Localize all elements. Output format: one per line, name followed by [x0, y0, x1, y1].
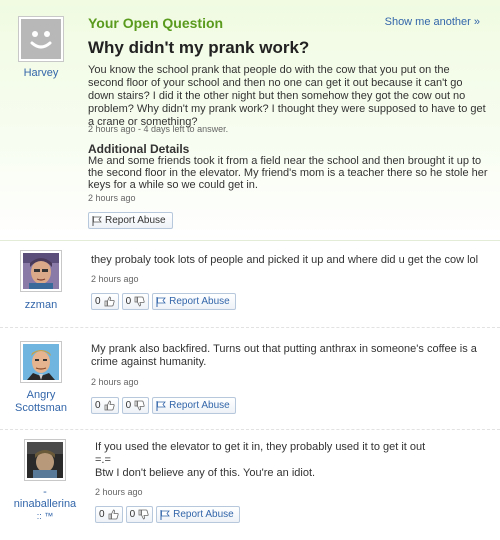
question-panel: Harvey Your Open Question Show me anothe…	[0, 0, 500, 241]
flag-icon	[160, 509, 170, 520]
asker-name[interactable]: Harvey	[18, 67, 64, 80]
thumbs-up-icon	[104, 400, 115, 411]
answer-user-name[interactable]: - ninaballerina :: ™	[6, 486, 84, 522]
question-meta: 2 hours ago - 4 days left to answer.	[88, 124, 229, 134]
thumbs-up-icon	[108, 509, 119, 520]
answer-text: My prank also backfired. Turns out that …	[91, 343, 477, 368]
thumbs-up-button[interactable]: 0	[95, 506, 123, 523]
thumbs-up-button[interactable]: 0	[91, 293, 119, 310]
thumbs-up-count: 0	[99, 509, 105, 520]
answer-separator	[0, 429, 500, 430]
person-avatar-icon	[23, 253, 59, 289]
answer-meta: 2 hours ago	[91, 274, 139, 284]
answer-avatar[interactable]	[20, 250, 62, 292]
answer-meta: 2 hours ago	[91, 377, 139, 387]
question-label: Your Open Question	[88, 15, 224, 31]
thumbs-down-button[interactable]: 0	[125, 506, 154, 523]
answer-user-name[interactable]: Angry Scottsman	[12, 389, 70, 415]
thumbs-down-button[interactable]: 0	[121, 397, 150, 414]
thumbs-down-count: 0	[125, 296, 132, 307]
report-abuse-label: Report Abuse	[169, 296, 230, 307]
answer-text-line: If you used the elevator to get it in, t…	[95, 441, 426, 453]
answer-user-name-line: -	[43, 486, 47, 498]
answer-user-name[interactable]: zzman	[14, 299, 68, 312]
answer-actions: 0 0 Report Abuse	[95, 506, 240, 523]
additional-details-title: Additional Details	[88, 142, 190, 156]
question-divider	[0, 240, 500, 241]
report-abuse-button[interactable]: Report Abuse	[152, 397, 236, 414]
flag-icon	[156, 400, 166, 411]
thumbs-down-icon	[134, 400, 145, 411]
thumbs-up-icon	[104, 296, 115, 307]
thumbs-up-button[interactable]: 0	[91, 397, 119, 414]
question-title: Why didn't my prank work?	[88, 38, 310, 57]
answer-text-line: Btw I don't believe any of this. You're …	[95, 467, 316, 479]
report-abuse-label: Report Abuse	[169, 400, 230, 411]
answer-user-name-line: :: ™	[36, 511, 54, 521]
report-abuse-button[interactable]: Report Abuse	[156, 506, 240, 523]
thumbs-down-button[interactable]: 0	[121, 293, 150, 310]
report-abuse-button[interactable]: Report Abuse	[152, 293, 236, 310]
thumbs-down-icon	[134, 296, 145, 307]
asker-avatar[interactable]	[18, 16, 64, 62]
report-abuse-button[interactable]: Report Abuse	[88, 212, 173, 229]
answer-text: they probaly took lots of people and pic…	[91, 254, 479, 266]
answer-meta: 2 hours ago	[95, 487, 143, 497]
thumbs-down-count: 0	[129, 509, 136, 520]
thumbs-up-count: 0	[95, 296, 101, 307]
report-abuse-label: Report Abuse	[173, 509, 234, 520]
answer-text: If you used the elevator to get it in, t…	[95, 441, 490, 480]
answer-avatar[interactable]	[20, 341, 62, 383]
flag-icon	[92, 215, 102, 226]
person-photo-avatar-icon	[27, 442, 63, 478]
additional-details-meta: 2 hours ago	[88, 193, 136, 203]
answer-avatar[interactable]	[24, 439, 66, 481]
show-another-link[interactable]: Show me another »	[385, 16, 480, 28]
thumbs-up-count: 0	[95, 400, 101, 411]
flag-icon	[156, 296, 166, 307]
cartoon-man-avatar-icon	[23, 344, 59, 380]
smiley-face-icon	[21, 19, 61, 59]
answer-separator	[0, 327, 500, 328]
answer-actions: 0 0 Report Abuse	[91, 293, 236, 310]
thumbs-down-count: 0	[125, 400, 132, 411]
answer-actions: 0 0 Report Abuse	[91, 397, 236, 414]
answer-user-name-line: ninaballerina	[13, 498, 77, 510]
thumbs-down-icon	[138, 509, 149, 520]
answer-text-line: =.=	[95, 454, 111, 466]
question-body: You know the school prank that people do…	[88, 64, 486, 128]
report-abuse-label: Report Abuse	[105, 215, 166, 226]
additional-details-body: Me and some friends took it from a field…	[88, 155, 488, 191]
